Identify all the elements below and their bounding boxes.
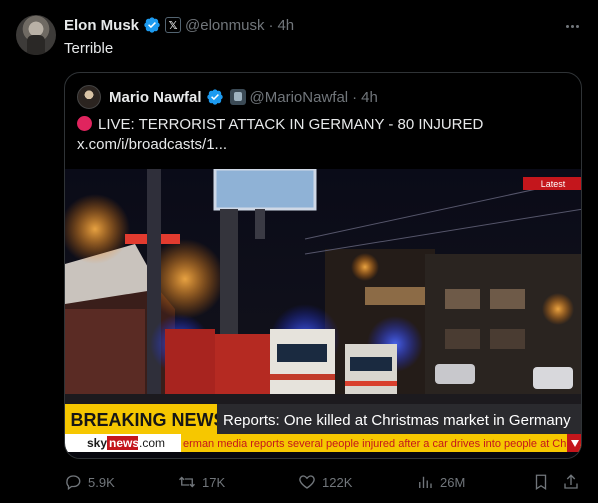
- brand-news: news: [109, 436, 139, 450]
- verified-icon: [206, 89, 223, 105]
- quoted-headline: LIVE: TERRORIST ATTACK IN GERMANY - 80 I…: [98, 116, 484, 133]
- views-button[interactable]: 26M: [416, 472, 465, 492]
- action-bar: 5.9K 17K 122K 26M: [64, 472, 582, 492]
- repost-count: 17K: [202, 474, 226, 490]
- views-icon: [419, 476, 432, 488]
- brand-com: .com: [139, 436, 165, 450]
- news-ticker: erman media reports several people injur…: [183, 438, 582, 450]
- tweet[interactable]: Elon Musk 𝕏 @elonmusk · 4h Terrible Mari…: [0, 0, 598, 503]
- brand-sky: sky: [87, 436, 107, 450]
- separator-dot: ·: [352, 88, 358, 106]
- author-avatar[interactable]: [16, 15, 56, 55]
- breaking-news-label: BREAKING NEWS: [70, 410, 225, 430]
- like-button[interactable]: 122K: [298, 472, 352, 492]
- quoted-author-handle: @MarioNawfal: [249, 88, 349, 106]
- tweet-text: Terrible: [64, 40, 114, 57]
- reply-icon: [66, 475, 81, 491]
- author-handle[interactable]: @elonmusk: [185, 17, 264, 34]
- video-media[interactable]: Latest BREAKING NEWS Reports: One killed…: [65, 169, 582, 458]
- bookmark-icon: [535, 474, 547, 491]
- x-logo-icon: 𝕏: [165, 17, 182, 33]
- quoted-time: 4h: [361, 88, 378, 106]
- reply-count: 5.9K: [88, 474, 115, 490]
- latest-tag: Latest: [541, 179, 566, 189]
- quoted-header: Mario Nawfal @MarioNawfal · 4h: [77, 85, 378, 109]
- reply-button[interactable]: 5.9K: [64, 472, 115, 492]
- tweet-header: Elon Musk 𝕏 @elonmusk · 4h: [64, 14, 294, 36]
- verified-icon: [144, 17, 160, 33]
- views-count: 26M: [440, 474, 466, 490]
- broadcast-headline: Reports: One killed at Christmas market …: [223, 412, 571, 429]
- quoted-tweet[interactable]: Mario Nawfal @MarioNawfal · 4h LIVE: TER…: [64, 72, 582, 459]
- tweet-time[interactable]: 4h: [277, 17, 294, 34]
- bookmark-button[interactable]: [532, 472, 550, 492]
- quoted-avatar: [77, 85, 101, 109]
- quoted-author-name: Mario Nawfal: [109, 88, 202, 106]
- red-circle-icon: [77, 116, 92, 131]
- quoted-text: LIVE: TERRORIST ATTACK IN GERMANY - 80 I…: [77, 115, 567, 155]
- repost-icon: [179, 476, 195, 488]
- affiliate-badge-icon: [229, 89, 246, 105]
- quoted-link[interactable]: x.com/i/broadcasts/1...: [77, 135, 567, 155]
- like-icon: [299, 475, 315, 489]
- like-count: 122K: [322, 474, 353, 490]
- share-icon: [564, 474, 578, 489]
- separator-dot: ·: [268, 16, 274, 34]
- share-button[interactable]: [562, 472, 580, 492]
- news-broadcast-image: Latest BREAKING NEWS Reports: One killed…: [65, 169, 582, 458]
- repost-button[interactable]: 17K: [178, 472, 225, 492]
- author-name[interactable]: Elon Musk: [64, 17, 139, 34]
- more-icon[interactable]: [562, 16, 582, 36]
